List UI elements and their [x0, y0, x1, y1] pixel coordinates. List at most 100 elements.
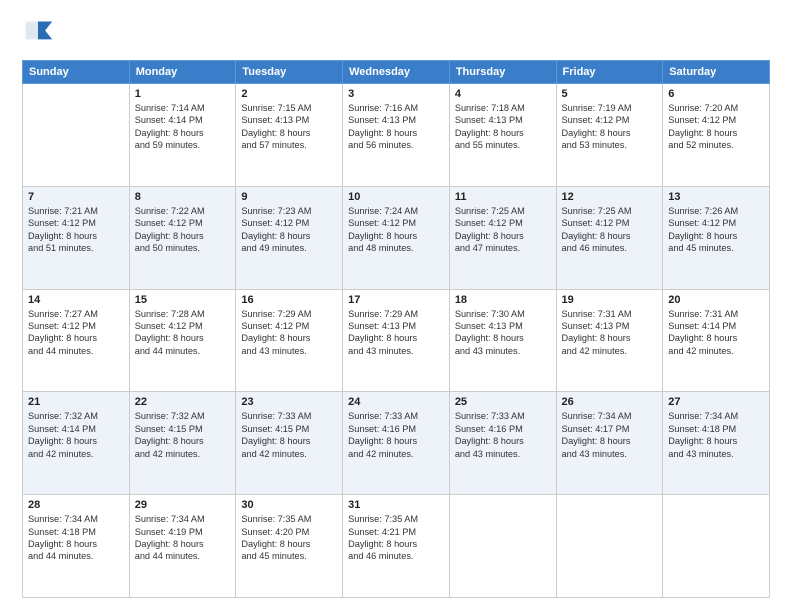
- day-number: 30: [241, 499, 337, 511]
- day-info: Sunrise: 7:21 AM Sunset: 4:12 PM Dayligh…: [28, 205, 124, 255]
- calendar-cell: 10Sunrise: 7:24 AM Sunset: 4:12 PM Dayli…: [343, 186, 450, 289]
- calendar-cell: 6 Sunrise: 7:20 AM Sunset: 4:12 PM Daylig…: [663, 84, 770, 187]
- day-number: 12: [562, 191, 658, 203]
- calendar-cell: 20 Sunrise: 7:31 AM Sunset: 4:14 PM Dayli…: [663, 289, 770, 392]
- day-number: 2: [241, 88, 337, 100]
- day-number: 26: [562, 396, 658, 408]
- day-info: Sunrise: 7:30 AM Sunset: 4:13 PM Dayligh…: [455, 308, 551, 358]
- calendar-cell: 28 Sunrise: 7:34 AM Sunset: 4:18 PM Dayli…: [23, 495, 130, 598]
- day-info: Sunrise: 7:31 AM Sunset: 4:13 PM Dayligh…: [562, 308, 658, 358]
- calendar-cell: 26 Sunrise: 7:34 AM Sunset: 4:17 PM Dayli…: [556, 392, 663, 495]
- day-info: Sunrise: 7:35 AM Sunset: 4:21 PM Dayligh…: [348, 513, 444, 563]
- calendar-cell: 8 Sunrise: 7:22 AM Sunset: 4:12 PM Daylig…: [129, 186, 236, 289]
- calendar-cell: 24Sunrise: 7:33 AM Sunset: 4:16 PM Dayli…: [343, 392, 450, 495]
- day-info: Sunrise: 7:24 AM Sunset: 4:12 PM Dayligh…: [348, 205, 444, 255]
- calendar-cell: 3 Sunrise: 7:16 AM Sunset: 4:13 PM Daylig…: [343, 84, 450, 187]
- calendar-cell: [663, 495, 770, 598]
- calendar-cell: 27 Sunrise: 7:34 AM Sunset: 4:18 PM Dayli…: [663, 392, 770, 495]
- day-number: 17: [348, 294, 444, 306]
- day-number: 22: [135, 396, 231, 408]
- calendar-cell: 16 Sunrise: 7:29 AM Sunset: 4:12 PM Dayli…: [236, 289, 343, 392]
- calendar-cell: 15 Sunrise: 7:28 AM Sunset: 4:12 PM Dayli…: [129, 289, 236, 392]
- calendar-week-row: 1 Sunrise: 7:14 AM Sunset: 4:14 PM Daylig…: [23, 84, 770, 187]
- calendar-cell: 1 Sunrise: 7:14 AM Sunset: 4:14 PM Daylig…: [129, 84, 236, 187]
- weekday-header: Thursday: [449, 61, 556, 84]
- calendar-cell: 30 Sunrise: 7:35 AM Sunset: 4:20 PM Dayli…: [236, 495, 343, 598]
- day-info: Sunrise: 7:31 AM Sunset: 4:14 PM Dayligh…: [668, 308, 764, 358]
- calendar-cell: 21Sunrise: 7:32 AM Sunset: 4:14 PM Dayli…: [23, 392, 130, 495]
- day-info: Sunrise: 7:16 AM Sunset: 4:13 PM Dayligh…: [348, 102, 444, 152]
- day-info: Sunrise: 7:33 AM Sunset: 4:16 PM Dayligh…: [455, 410, 551, 460]
- calendar-week-row: 28 Sunrise: 7:34 AM Sunset: 4:18 PM Dayli…: [23, 495, 770, 598]
- day-number: 1: [135, 88, 231, 100]
- day-number: 14: [28, 294, 124, 306]
- day-number: 11: [455, 191, 551, 203]
- logo-icon: [22, 18, 54, 50]
- day-info: Sunrise: 7:25 AM Sunset: 4:12 PM Dayligh…: [455, 205, 551, 255]
- day-info: Sunrise: 7:27 AM Sunset: 4:12 PM Dayligh…: [28, 308, 124, 358]
- day-number: 13: [668, 191, 764, 203]
- day-info: Sunrise: 7:25 AM Sunset: 4:12 PM Dayligh…: [562, 205, 658, 255]
- header-row: SundayMondayTuesdayWednesdayThursdayFrid…: [23, 61, 770, 84]
- calendar-week-row: 14 Sunrise: 7:27 AM Sunset: 4:12 PM Dayli…: [23, 289, 770, 392]
- day-info: Sunrise: 7:28 AM Sunset: 4:12 PM Dayligh…: [135, 308, 231, 358]
- day-info: Sunrise: 7:33 AM Sunset: 4:15 PM Dayligh…: [241, 410, 337, 460]
- day-info: Sunrise: 7:35 AM Sunset: 4:20 PM Dayligh…: [241, 513, 337, 563]
- weekday-header: Tuesday: [236, 61, 343, 84]
- calendar-cell: 25 Sunrise: 7:33 AM Sunset: 4:16 PM Dayli…: [449, 392, 556, 495]
- calendar-cell: 7 Sunrise: 7:21 AM Sunset: 4:12 PM Daylig…: [23, 186, 130, 289]
- calendar-body: 1 Sunrise: 7:14 AM Sunset: 4:14 PM Daylig…: [23, 84, 770, 598]
- calendar-week-row: 21Sunrise: 7:32 AM Sunset: 4:14 PM Dayli…: [23, 392, 770, 495]
- day-info: Sunrise: 7:32 AM Sunset: 4:14 PM Dayligh…: [28, 410, 124, 460]
- day-number: 6: [668, 88, 764, 100]
- calendar-cell: 18 Sunrise: 7:30 AM Sunset: 4:13 PM Dayli…: [449, 289, 556, 392]
- day-number: 23: [241, 396, 337, 408]
- weekday-header: Sunday: [23, 61, 130, 84]
- day-info: Sunrise: 7:29 AM Sunset: 4:12 PM Dayligh…: [241, 308, 337, 358]
- weekday-header: Saturday: [663, 61, 770, 84]
- day-number: 20: [668, 294, 764, 306]
- calendar-cell: [556, 495, 663, 598]
- logo: [22, 18, 60, 50]
- weekday-header: Monday: [129, 61, 236, 84]
- calendar-cell: 11 Sunrise: 7:25 AM Sunset: 4:12 PM Dayli…: [449, 186, 556, 289]
- day-number: 8: [135, 191, 231, 203]
- calendar-cell: 9Sunrise: 7:23 AM Sunset: 4:12 PM Daylig…: [236, 186, 343, 289]
- calendar-header: SundayMondayTuesdayWednesdayThursdayFrid…: [23, 61, 770, 84]
- day-info: Sunrise: 7:20 AM Sunset: 4:12 PM Dayligh…: [668, 102, 764, 152]
- day-number: 3: [348, 88, 444, 100]
- calendar-cell: [23, 84, 130, 187]
- day-number: 15: [135, 294, 231, 306]
- day-number: 28: [28, 499, 124, 511]
- calendar-cell: 12 Sunrise: 7:25 AM Sunset: 4:12 PM Dayli…: [556, 186, 663, 289]
- header: [22, 18, 770, 50]
- calendar-cell: 29 Sunrise: 7:34 AM Sunset: 4:19 PM Dayli…: [129, 495, 236, 598]
- day-number: 29: [135, 499, 231, 511]
- day-info: Sunrise: 7:33 AM Sunset: 4:16 PM Dayligh…: [348, 410, 444, 460]
- calendar-cell: 19Sunrise: 7:31 AM Sunset: 4:13 PM Dayli…: [556, 289, 663, 392]
- day-number: 7: [28, 191, 124, 203]
- day-number: 25: [455, 396, 551, 408]
- day-info: Sunrise: 7:32 AM Sunset: 4:15 PM Dayligh…: [135, 410, 231, 460]
- calendar-cell: 5Sunrise: 7:19 AM Sunset: 4:12 PM Daylig…: [556, 84, 663, 187]
- day-number: 31: [348, 499, 444, 511]
- day-info: Sunrise: 7:22 AM Sunset: 4:12 PM Dayligh…: [135, 205, 231, 255]
- calendar-cell: 13Sunrise: 7:26 AM Sunset: 4:12 PM Dayli…: [663, 186, 770, 289]
- day-info: Sunrise: 7:34 AM Sunset: 4:19 PM Dayligh…: [135, 513, 231, 563]
- day-info: Sunrise: 7:34 AM Sunset: 4:18 PM Dayligh…: [28, 513, 124, 563]
- page: SundayMondayTuesdayWednesdayThursdayFrid…: [0, 0, 792, 612]
- day-info: Sunrise: 7:34 AM Sunset: 4:17 PM Dayligh…: [562, 410, 658, 460]
- day-info: Sunrise: 7:34 AM Sunset: 4:18 PM Dayligh…: [668, 410, 764, 460]
- day-info: Sunrise: 7:23 AM Sunset: 4:12 PM Dayligh…: [241, 205, 337, 255]
- calendar-cell: 22 Sunrise: 7:32 AM Sunset: 4:15 PM Dayli…: [129, 392, 236, 495]
- day-number: 18: [455, 294, 551, 306]
- day-info: Sunrise: 7:18 AM Sunset: 4:13 PM Dayligh…: [455, 102, 551, 152]
- day-info: Sunrise: 7:19 AM Sunset: 4:12 PM Dayligh…: [562, 102, 658, 152]
- day-info: Sunrise: 7:14 AM Sunset: 4:14 PM Dayligh…: [135, 102, 231, 152]
- calendar-week-row: 7 Sunrise: 7:21 AM Sunset: 4:12 PM Daylig…: [23, 186, 770, 289]
- day-info: Sunrise: 7:29 AM Sunset: 4:13 PM Dayligh…: [348, 308, 444, 358]
- calendar-table: SundayMondayTuesdayWednesdayThursdayFrid…: [22, 60, 770, 598]
- day-number: 27: [668, 396, 764, 408]
- day-number: 16: [241, 294, 337, 306]
- calendar-cell: 31 Sunrise: 7:35 AM Sunset: 4:21 PM Dayli…: [343, 495, 450, 598]
